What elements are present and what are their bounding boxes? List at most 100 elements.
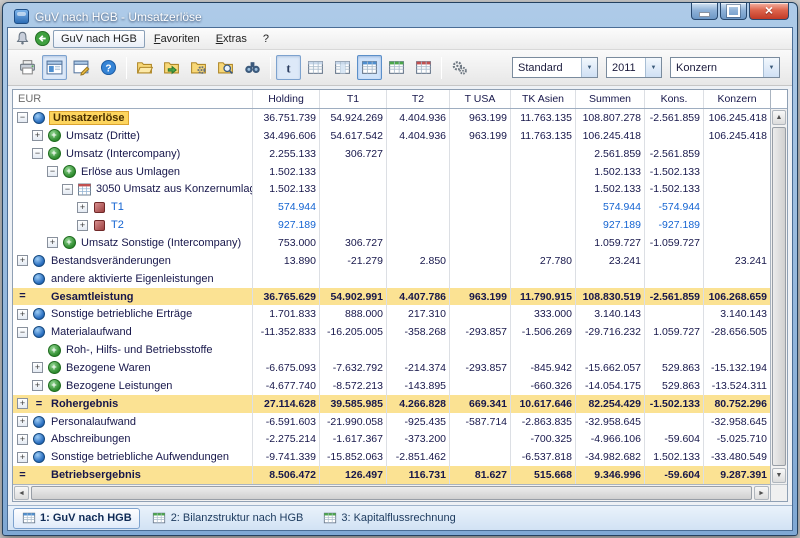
value-cell[interactable]: -574.944 — [644, 198, 703, 216]
value-cell[interactable]: 306.727 — [319, 234, 386, 252]
value-cell[interactable]: -21.279 — [319, 252, 386, 270]
expand-toggle[interactable]: + — [32, 362, 43, 373]
value-cell[interactable]: 3.140.143 — [703, 305, 770, 323]
value-cell[interactable]: -358.268 — [386, 323, 449, 341]
value-cell[interactable]: 753.000 — [252, 234, 319, 252]
value-cell[interactable] — [319, 163, 386, 181]
value-cell[interactable]: -2.275.214 — [252, 430, 319, 448]
value-cell[interactable]: 4.404.936 — [386, 127, 449, 145]
expand-toggle[interactable]: + — [47, 237, 58, 248]
row-label[interactable]: Bestandsveränderungen — [49, 255, 173, 267]
value-cell[interactable]: -2.561.859 — [644, 145, 703, 163]
value-cell[interactable]: 126.497 — [319, 466, 386, 484]
value-cell[interactable]: -16.205.005 — [319, 323, 386, 341]
text-view-icon[interactable]: t — [276, 55, 301, 80]
value-cell[interactable]: -6.675.093 — [252, 359, 319, 377]
value-cell[interactable] — [703, 216, 770, 234]
table-selected-icon[interactable] — [357, 55, 382, 80]
expand-toggle[interactable]: + — [32, 380, 43, 391]
value-cell[interactable]: -1.617.367 — [319, 430, 386, 448]
value-cell[interactable] — [703, 270, 770, 288]
table-green-icon[interactable] — [384, 55, 409, 80]
row-label[interactable]: Erlöse aus Umlagen — [79, 166, 182, 178]
value-cell[interactable] — [449, 377, 510, 395]
row-label[interactable]: Umsatz (Intercompany) — [64, 148, 182, 160]
value-cell[interactable]: 888.000 — [319, 305, 386, 323]
value-cell[interactable]: -587.714 — [449, 413, 510, 431]
tab-bilanzstruktur[interactable]: 2: Bilanzstruktur nach HGB — [145, 509, 311, 528]
value-cell[interactable] — [252, 341, 319, 359]
value-cell[interactable] — [575, 270, 644, 288]
value-cell[interactable]: 1.059.727 — [644, 323, 703, 341]
year-combo[interactable]: 2011 ▼ — [606, 57, 662, 78]
value-cell[interactable] — [449, 305, 510, 323]
value-cell[interactable] — [319, 341, 386, 359]
value-cell[interactable]: -2.863.835 — [510, 413, 575, 431]
value-cell[interactable]: 54.902.991 — [319, 288, 386, 306]
scroll-right-icon[interactable]: ► — [754, 486, 769, 500]
table-row[interactable]: +Sonstige betriebliche Erträge1.701.8338… — [13, 305, 770, 323]
value-cell[interactable] — [644, 305, 703, 323]
row-label-cell[interactable]: +Sonstige betriebliche Erträge — [13, 305, 252, 323]
value-cell[interactable]: 3.140.143 — [575, 305, 644, 323]
folder-open-icon[interactable] — [132, 55, 157, 80]
folder-export-icon[interactable] — [159, 55, 184, 80]
collapse-toggle[interactable]: − — [32, 148, 43, 159]
row-label[interactable]: Sonstige betriebliche Erträge — [49, 308, 194, 320]
value-cell[interactable]: 54.924.269 — [319, 109, 386, 127]
value-cell[interactable] — [449, 448, 510, 466]
row-label[interactable]: Betriebsergebnis — [49, 469, 143, 481]
row-label-cell[interactable]: +Bezogene Waren — [13, 359, 252, 377]
value-cell[interactable]: 529.863 — [644, 359, 703, 377]
value-cell[interactable]: 4.266.828 — [386, 395, 449, 413]
value-cell[interactable]: -1.502.133 — [644, 163, 703, 181]
folder-search-icon[interactable] — [213, 55, 238, 80]
value-cell[interactable] — [386, 341, 449, 359]
value-cell[interactable]: 2.850 — [386, 252, 449, 270]
value-cell[interactable] — [449, 270, 510, 288]
value-cell[interactable]: 108.830.519 — [575, 288, 644, 306]
table-row[interactable]: +Bestandsveränderungen13.890-21.2792.850… — [13, 252, 770, 270]
value-cell[interactable]: 963.199 — [449, 127, 510, 145]
value-cell[interactable]: -13.524.311 — [703, 377, 770, 395]
table-row[interactable]: =Betriebsergebnis8.506.472126.497116.731… — [13, 466, 770, 484]
value-cell[interactable] — [510, 216, 575, 234]
value-cell[interactable] — [449, 234, 510, 252]
minimize-button[interactable] — [691, 3, 718, 20]
value-cell[interactable]: 54.617.542 — [319, 127, 386, 145]
row-label[interactable]: andere aktivierte Eigenleistungen — [49, 273, 216, 285]
value-cell[interactable]: 927.189 — [252, 216, 319, 234]
value-cell[interactable] — [386, 163, 449, 181]
value-cell[interactable]: 36.751.739 — [252, 109, 319, 127]
row-label-cell[interactable]: +Abschreibungen — [13, 430, 252, 448]
value-cell[interactable] — [449, 430, 510, 448]
scroll-down-icon[interactable]: ▼ — [772, 468, 786, 483]
value-cell[interactable]: 34.496.606 — [252, 127, 319, 145]
vertical-scroll-thumb[interactable] — [772, 127, 786, 466]
value-cell[interactable]: 529.863 — [644, 377, 703, 395]
value-cell[interactable]: 1.701.833 — [252, 305, 319, 323]
value-cell[interactable]: 574.944 — [252, 198, 319, 216]
row-label-cell[interactable]: Roh-, Hilfs- und Betriebsstoffe — [13, 341, 252, 359]
value-cell[interactable] — [703, 180, 770, 198]
value-cell[interactable]: 1.502.133 — [575, 163, 644, 181]
chevron-down-icon[interactable]: ▼ — [581, 58, 597, 77]
value-cell[interactable]: -32.958.645 — [575, 413, 644, 431]
value-cell[interactable]: 4.407.786 — [386, 288, 449, 306]
value-cell[interactable] — [386, 270, 449, 288]
value-cell[interactable] — [703, 341, 770, 359]
value-cell[interactable]: -15.852.063 — [319, 448, 386, 466]
value-cell[interactable] — [644, 270, 703, 288]
row-label-cell[interactable]: +T2 — [13, 216, 252, 234]
horizontal-scrollbar[interactable]: ◄ ► — [13, 484, 770, 501]
value-cell[interactable] — [386, 145, 449, 163]
value-cell[interactable]: -845.942 — [510, 359, 575, 377]
value-cell[interactable] — [386, 216, 449, 234]
printer-icon[interactable] — [15, 55, 40, 80]
row-label-cell[interactable]: andere aktivierte Eigenleistungen — [13, 270, 252, 288]
value-cell[interactable] — [386, 234, 449, 252]
value-cell[interactable]: 13.890 — [252, 252, 319, 270]
table-row[interactable]: −Materialaufwand-11.352.833-16.205.005-3… — [13, 323, 770, 341]
column-header-summen[interactable]: Summen — [575, 90, 644, 108]
value-cell[interactable]: -4.966.106 — [575, 430, 644, 448]
